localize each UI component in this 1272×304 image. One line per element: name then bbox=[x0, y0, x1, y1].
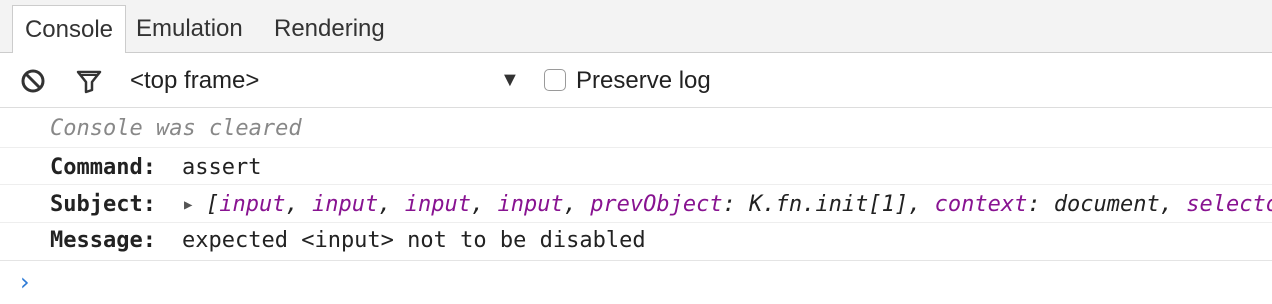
expand-triangle-icon[interactable]: ▶ bbox=[184, 185, 192, 222]
console-prompt-icon[interactable]: › bbox=[20, 268, 30, 296]
preserve-log-label[interactable]: Preserve log bbox=[576, 53, 711, 108]
console-row-command: Command: assert bbox=[0, 148, 1272, 185]
tab-emulation[interactable]: Emulation bbox=[126, 5, 253, 53]
panel-tabbar: Console Emulation Rendering bbox=[0, 0, 1272, 53]
console-row-subject: Subject: ▶ [input, input, input, input, … bbox=[0, 185, 1272, 223]
console-messages: Console was cleared Command: assert Subj… bbox=[0, 108, 1272, 304]
block-icon[interactable] bbox=[18, 66, 48, 96]
console-cleared-message: Console was cleared bbox=[0, 108, 1272, 148]
subject-key: Subject: bbox=[50, 192, 156, 217]
tab-console[interactable]: Console bbox=[12, 5, 126, 53]
chevron-down-icon[interactable]: ▼ bbox=[500, 53, 520, 108]
console-row-message: Message: expected <input> not to be disa… bbox=[0, 223, 1272, 261]
message-key: Message: bbox=[50, 228, 156, 253]
frame-selector[interactable]: <top frame> bbox=[130, 53, 259, 108]
tab-rendering[interactable]: Rendering bbox=[264, 5, 395, 53]
preserve-log-checkbox[interactable] bbox=[544, 69, 566, 91]
command-value: assert bbox=[182, 155, 262, 180]
subject-object-preview[interactable]: [input, input, input, input, prevObject:… bbox=[206, 185, 1272, 222]
message-value: expected <input> not to be disabled bbox=[182, 228, 646, 253]
command-key: Command: bbox=[50, 155, 156, 180]
console-toolbar: <top frame> ▼ Preserve log bbox=[0, 53, 1272, 108]
funnel-icon[interactable] bbox=[74, 66, 104, 96]
